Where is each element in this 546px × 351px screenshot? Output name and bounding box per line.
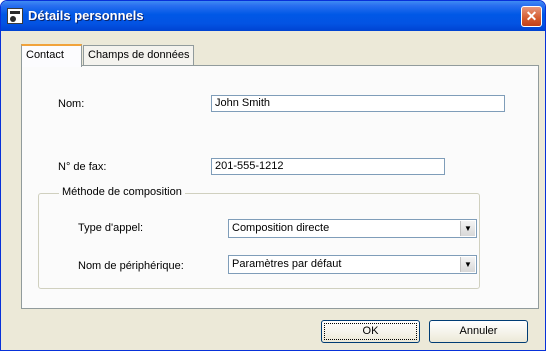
name-label: Nom: <box>58 98 85 110</box>
cancel-button-label: Annuler <box>459 325 498 337</box>
cancel-button[interactable]: Annuler <box>429 320 528 343</box>
tab-contact[interactable]: Contact <box>21 44 82 67</box>
dial-method-group-title: Méthode de composition <box>59 186 185 198</box>
call-type-label: Type d'appel: <box>78 222 144 234</box>
name-field[interactable]: John Smith <box>211 95 505 112</box>
device-label: Nom de périphérique: <box>78 260 184 272</box>
call-type-value: Composition directe <box>232 222 330 234</box>
title-bar[interactable]: Détails personnels ✕ <box>1 1 545 31</box>
focus-ring <box>324 323 417 340</box>
fax-label: N° de fax: <box>58 161 107 173</box>
contact-card-icon <box>7 8 23 24</box>
chevron-down-icon[interactable]: ▼ <box>460 221 475 236</box>
device-select[interactable]: Paramètres par défaut ▼ <box>228 255 477 274</box>
tab-data-fields[interactable]: Champs de données <box>83 45 194 66</box>
ok-button[interactable]: OK <box>321 320 420 343</box>
device-value: Paramètres par défaut <box>232 258 342 270</box>
call-type-select[interactable]: Composition directe ▼ <box>228 219 477 238</box>
chevron-down-icon[interactable]: ▼ <box>460 257 475 272</box>
close-button[interactable]: ✕ <box>521 6 542 27</box>
fax-field[interactable]: 201-555-1212 <box>211 158 445 175</box>
window-title: Détails personnels <box>28 8 144 23</box>
dialog-window: Détails personnels ✕ Contact Champs de d… <box>0 0 546 351</box>
dial-method-group <box>38 193 480 289</box>
